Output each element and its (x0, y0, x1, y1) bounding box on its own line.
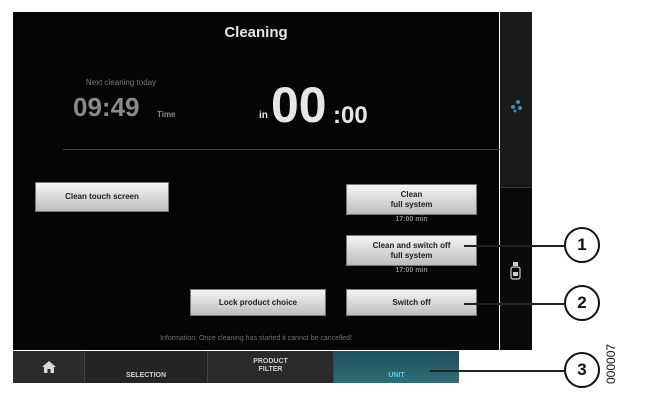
tab-product-filter[interactable]: PRODUCT FILTER (208, 351, 334, 383)
callout-2-leader (464, 303, 564, 305)
clean-switch-off-button[interactable]: Clean and switch off full system (346, 235, 477, 266)
tab-unit[interactable]: UNIT (334, 351, 459, 383)
cleaning-screen: Cleaning Next cleaning today 09:49 Time … (13, 12, 503, 350)
tab-bar: SELECTION PRODUCT FILTER UNIT (13, 351, 459, 383)
clean-full-line1: Clean (400, 189, 423, 199)
divider (63, 149, 503, 150)
callout-3-label: 3 (577, 360, 587, 379)
callout-2-label: 2 (577, 293, 587, 312)
tab-home[interactable] (13, 351, 85, 383)
callout-1-label: 1 (577, 235, 587, 254)
tab-selection[interactable]: SELECTION (85, 351, 208, 383)
callout-2: 2 (564, 285, 600, 321)
page-title: Cleaning (224, 24, 288, 41)
clean-full-duration: 17:00 min (395, 216, 428, 223)
clean-full-system-button[interactable]: Clean full system (346, 184, 477, 215)
info-message: Information: Once cleaning has started i… (160, 335, 352, 342)
clean-full-line2: full system (390, 199, 433, 209)
tab-selection-label: SELECTION (125, 372, 167, 379)
tab-product-filter-line2: FILTER (258, 365, 283, 373)
switch-off-button[interactable]: Switch off (346, 289, 477, 316)
tab-unit-label: UNIT (388, 372, 405, 379)
clean-switch-line2: full system (390, 250, 433, 260)
callout-1-leader (464, 245, 564, 247)
cup-icon (510, 262, 521, 280)
callout-1: 1 (564, 227, 600, 263)
clean-touch-screen-label: Clean touch screen (65, 192, 139, 201)
clean-switch-line1: Clean and switch off (372, 240, 451, 250)
callout-3: 3 (564, 352, 600, 388)
water-drops-icon (511, 100, 522, 113)
side-panel-bottom[interactable] (500, 188, 532, 350)
tab-product-filter-line1: PRODUCT (253, 357, 288, 365)
switch-off-label: Switch off (392, 297, 431, 307)
lock-product-label: Lock product choice (218, 297, 298, 307)
time-unit-label: Time (157, 110, 176, 119)
countdown-hours: 00 (271, 77, 327, 133)
side-panel-top (500, 12, 532, 188)
home-icon (41, 361, 56, 373)
clean-switch-duration: 17:00 min (395, 267, 428, 274)
countdown-prefix: in (259, 110, 268, 121)
side-panel (500, 12, 532, 350)
next-cleaning-time: 09:49 (73, 92, 140, 122)
countdown-minutes: :00 (333, 102, 368, 129)
callout-3-leader (430, 370, 564, 372)
lock-product-choice-button[interactable]: Lock product choice (190, 289, 326, 316)
clean-touch-screen-button[interactable]: Clean touch screen (35, 182, 169, 212)
figure-reference: 000007 (604, 343, 618, 384)
next-cleaning-label: Next cleaning today (85, 78, 157, 87)
